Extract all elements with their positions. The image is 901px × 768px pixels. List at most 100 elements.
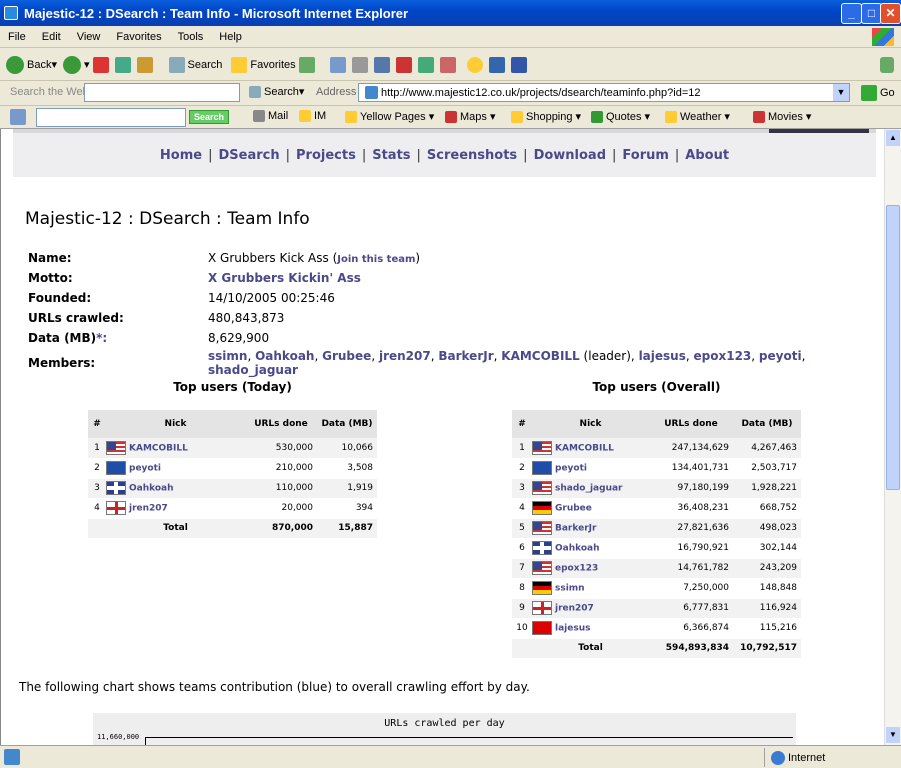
col-data: Data (MB) [733, 410, 801, 438]
nick-link[interactable]: shado_jaguar [555, 484, 622, 494]
address-search-button[interactable]: Search ▾ [246, 85, 304, 98]
toolbar-logo-icon[interactable] [10, 109, 26, 125]
data-cell: 148,848 [733, 578, 801, 599]
join-team-link[interactable]: Join this team [337, 254, 415, 265]
urls-cell: 27,821,636 [649, 518, 733, 539]
maximize-button[interactable]: □ [861, 3, 882, 24]
menu-view[interactable]: View [69, 31, 109, 43]
nick-link[interactable]: epox123 [555, 564, 598, 574]
nick-link[interactable]: lajesus [555, 624, 590, 634]
stop-icon[interactable] [92, 56, 109, 73]
forward-button[interactable]: ▾ [63, 55, 90, 74]
research-icon[interactable] [417, 56, 434, 73]
scroll-up-button[interactable]: ▲ [886, 130, 900, 146]
close-button[interactable]: ✕ [880, 3, 901, 24]
go-button[interactable]: Go [858, 85, 895, 101]
member-link[interactable]: BarkerJr [438, 349, 493, 363]
rank-cell: 4 [88, 498, 106, 519]
menu-edit[interactable]: Edit [34, 31, 69, 43]
data-footnote-link[interactable]: *: [96, 331, 107, 345]
menu-favorites[interactable]: Favorites [108, 31, 169, 43]
member-link[interactable]: Grubee [322, 349, 371, 363]
member-link[interactable]: epox123 [694, 349, 752, 363]
address-input[interactable]: http://www.majestic12.co.uk/projects/dse… [358, 83, 850, 102]
members-label: Members: [28, 356, 96, 370]
data-cell: 1,919 [317, 478, 377, 499]
member-link[interactable]: ssimn [208, 349, 247, 363]
rank-cell: 3 [512, 478, 532, 499]
smiley-icon[interactable] [466, 56, 483, 73]
weather-link[interactable]: Weather ▾ [662, 110, 730, 123]
nick-link[interactable]: KAMCOBILL [555, 443, 614, 453]
movies-link[interactable]: Movies ▾ [750, 110, 811, 123]
quotes-link[interactable]: Quotes ▾ [588, 110, 650, 123]
shopping-label: Shopping [526, 110, 573, 123]
search-button[interactable]: Search [166, 56, 222, 73]
discuss-icon[interactable] [395, 56, 412, 73]
nick-link[interactable]: BarkerJr [555, 524, 596, 534]
yahoo-toolbar: Search Mail IM Yellow Pages ▾ Maps ▾ Sho… [0, 105, 901, 129]
links-toolbar-icon[interactable] [880, 57, 894, 73]
nick-link[interactable]: Oahkoah [129, 484, 174, 494]
toolbar-search-input[interactable] [36, 108, 186, 127]
title-bar: Majestic-12 : DSearch : Team Info - Micr… [0, 0, 901, 26]
nav-about[interactable]: About [685, 148, 729, 163]
scroll-down-button[interactable]: ▼ [886, 727, 900, 743]
page-icon [365, 86, 378, 99]
nick-link[interactable]: jren207 [129, 504, 168, 514]
messenger-icon[interactable] [439, 56, 456, 73]
member-link[interactable]: jren207 [379, 349, 431, 363]
mail-link[interactable]: Mail [250, 110, 288, 122]
member-link[interactable]: Oahkoah [255, 349, 314, 363]
nav-screenshots[interactable]: Screenshots [427, 148, 517, 163]
print-icon[interactable] [351, 56, 368, 73]
globe-icon [771, 750, 785, 765]
urls-cell: 20,000 [245, 498, 317, 519]
monitor-icon[interactable] [488, 56, 505, 73]
nav-download[interactable]: Download [534, 148, 606, 163]
member-link[interactable]: shado_jaguar [208, 363, 298, 377]
edit-icon[interactable] [373, 56, 390, 73]
refresh-icon[interactable] [114, 56, 131, 73]
search-web-input[interactable] [84, 83, 240, 102]
nav-dsearch[interactable]: DSearch [219, 148, 280, 163]
nav-projects[interactable]: Projects [296, 148, 356, 163]
nav-stats[interactable]: Stats [372, 148, 410, 163]
member-link[interactable]: peyoti [759, 349, 802, 363]
rank-cell: 8 [512, 578, 532, 599]
back-button[interactable]: Back ▾ [6, 55, 57, 74]
member-link[interactable]: KAMCOBILL [501, 349, 579, 363]
ie-icon [4, 6, 18, 20]
favorites-button[interactable]: Favorites [228, 56, 296, 73]
nav-forum[interactable]: Forum [622, 148, 669, 163]
nick-link[interactable]: Oahkoah [555, 544, 600, 554]
toolbar-search-button[interactable]: Search [189, 110, 230, 124]
address-dropdown[interactable]: ▼ [833, 84, 849, 101]
nick-link[interactable]: ssimn [555, 584, 585, 594]
menu-help[interactable]: Help [211, 31, 250, 43]
minimize-button[interactable]: _ [841, 3, 862, 24]
nick-link[interactable]: peyoti [129, 464, 161, 474]
mail-icon[interactable] [329, 56, 346, 73]
col-urls: URLs done [245, 410, 317, 438]
im-link[interactable]: IM [296, 110, 326, 122]
shopping-link[interactable]: Shopping ▾ [508, 110, 581, 123]
nick-link[interactable]: jren207 [555, 604, 594, 614]
home-icon[interactable] [136, 56, 153, 73]
scroll-thumb[interactable] [886, 205, 900, 490]
menu-file[interactable]: File [0, 31, 34, 43]
col-urls: URLs done [649, 410, 733, 438]
nick-cell: peyoti [106, 458, 245, 479]
cursor-icon[interactable] [510, 56, 527, 73]
team-motto: X Grubbers Kickin' Ass [208, 271, 361, 285]
yellow-pages-link[interactable]: Yellow Pages ▾ [342, 110, 434, 123]
nick-cell: epox123 [532, 558, 649, 579]
nick-link[interactable]: Grubee [555, 504, 592, 514]
nick-link[interactable]: KAMCOBILL [129, 443, 188, 453]
nick-link[interactable]: peyoti [555, 464, 587, 474]
maps-link[interactable]: Maps ▾ [442, 110, 495, 123]
member-link[interactable]: lajesus [639, 349, 686, 363]
history-icon[interactable] [298, 56, 315, 73]
nav-home[interactable]: Home [160, 148, 202, 163]
menu-tools[interactable]: Tools [170, 31, 212, 43]
